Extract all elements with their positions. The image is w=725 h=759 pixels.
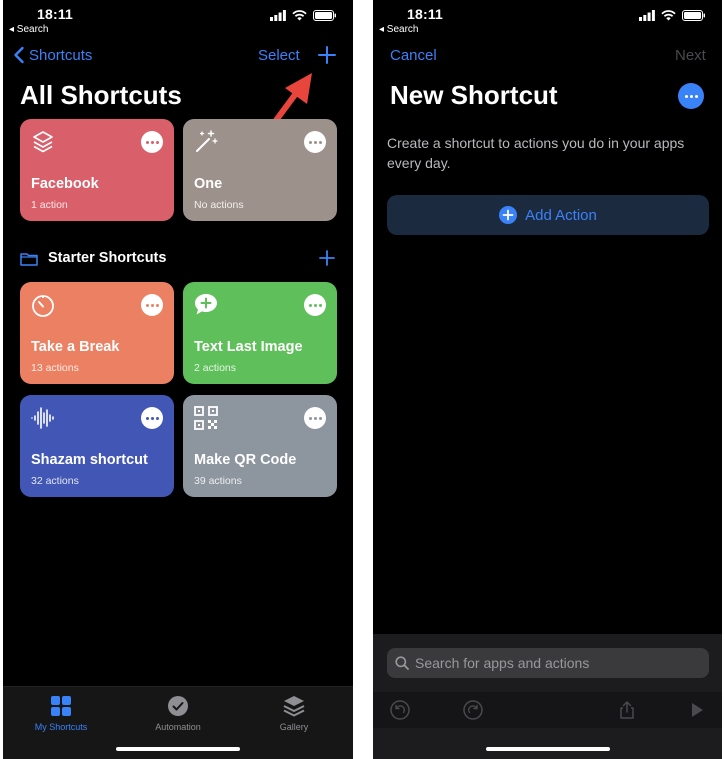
layers-icon (33, 131, 53, 153)
action-search-panel: Search for apps and actions (373, 634, 722, 759)
add-action-button[interactable]: Add Action (387, 195, 709, 235)
search-icon (395, 656, 409, 670)
grid-icon (51, 696, 71, 716)
wifi-icon (292, 10, 307, 21)
back-to-app[interactable]: ◂ Search (9, 24, 48, 35)
all-shortcuts-screen: 18:11 ◂ Search Shortcuts Select All Shor… (3, 0, 353, 759)
tab-gallery[interactable]: Gallery (249, 695, 339, 732)
editor-toolbar (373, 692, 722, 728)
card-subtitle: 13 actions (31, 362, 79, 374)
cellular-signal-icon (639, 10, 655, 21)
more-options-button[interactable] (141, 131, 163, 153)
status-icons (270, 10, 337, 21)
more-options-button[interactable] (141, 407, 163, 429)
page-title: All Shortcuts (20, 80, 182, 110)
qr-code-icon (194, 406, 218, 430)
shortcut-card-take-a-break[interactable]: Take a Break 13 actions (20, 282, 174, 384)
starter-shortcuts-header: Starter Shortcuts (20, 250, 166, 266)
magic-wand-icon (196, 130, 218, 152)
add-shortcut-plus-icon[interactable] (318, 46, 336, 64)
plus-circle-icon (499, 206, 518, 224)
home-indicator[interactable] (116, 747, 240, 751)
shortcut-card-one[interactable]: One No actions (183, 119, 337, 221)
tab-automation[interactable]: Automation (133, 695, 223, 732)
battery-icon (682, 10, 705, 21)
cellular-signal-icon (270, 10, 286, 21)
tab-label: Gallery (279, 722, 309, 732)
next-button[interactable]: Next (675, 47, 706, 64)
back-button[interactable]: Shortcuts (13, 46, 92, 64)
status-bar: 18:11 ◂ Search (373, 0, 722, 36)
status-bar: 18:11 ◂ Search (3, 0, 353, 36)
card-subtitle: 32 actions (31, 475, 79, 487)
tab-label: My Shortcuts (34, 722, 88, 732)
status-icons (639, 10, 706, 21)
add-action-label: Add Action (525, 206, 597, 224)
card-title: Make QR Code (194, 452, 297, 468)
new-shortcut-screen: 18:11 ◂ Search Cancel Next New Shortcut … (373, 0, 722, 759)
home-indicator[interactable] (485, 747, 610, 751)
shortcut-card-make-qr-code[interactable]: Make QR Code 39 actions (183, 395, 337, 497)
layers-stack-icon (283, 696, 305, 717)
play-icon[interactable] (687, 700, 707, 720)
tab-label: Automation (155, 722, 201, 732)
message-plus-icon (195, 294, 217, 315)
card-title: Text Last Image (194, 339, 303, 355)
card-title: Facebook (31, 176, 99, 192)
card-title: One (194, 176, 223, 192)
search-input[interactable]: Search for apps and actions (387, 648, 709, 678)
timer-icon (32, 295, 54, 317)
tab-bar: My Shortcuts Automation Gallery (3, 686, 353, 759)
undo-icon[interactable] (390, 700, 410, 720)
card-title: Shazam shortcut (31, 452, 148, 468)
more-options-button[interactable] (141, 294, 163, 316)
status-time: 18:11 (37, 6, 74, 22)
card-title: Take a Break (31, 339, 120, 355)
more-options-button[interactable] (304, 407, 326, 429)
back-to-app[interactable]: ◂ Search (379, 24, 418, 35)
card-subtitle: 39 actions (194, 475, 242, 487)
card-subtitle: 1 action (31, 199, 68, 211)
cancel-button[interactable]: Cancel (390, 47, 437, 64)
page-title: New Shortcut (390, 80, 558, 110)
more-options-button[interactable] (678, 83, 704, 109)
shortcut-card-shazam-shortcut[interactable]: Shazam shortcut 32 actions (20, 395, 174, 497)
description-text: Create a shortcut to actions you do in y… (387, 135, 685, 171)
status-time: 18:11 (407, 6, 444, 22)
waveform-icon (31, 407, 54, 429)
redo-icon[interactable] (463, 700, 483, 720)
search-placeholder: Search for apps and actions (415, 655, 590, 671)
folder-icon (20, 252, 38, 266)
back-button-label: Shortcuts (29, 46, 93, 64)
more-options-button[interactable] (304, 294, 326, 316)
wifi-icon (661, 10, 676, 21)
select-button[interactable]: Select (258, 47, 300, 64)
tab-my-shortcuts[interactable]: My Shortcuts (16, 695, 106, 732)
battery-icon (313, 10, 336, 21)
chevron-left-icon (14, 46, 24, 64)
shortcut-card-text-last-image[interactable]: Text Last Image 2 actions (183, 282, 337, 384)
more-options-button[interactable] (304, 131, 326, 153)
add-starter-plus-icon[interactable] (319, 250, 335, 266)
card-subtitle: 2 actions (194, 362, 237, 374)
card-subtitle: No actions (194, 199, 244, 211)
clock-check-icon (168, 696, 188, 716)
section-label: Starter Shortcuts (48, 250, 167, 266)
shortcut-card-facebook[interactable]: Facebook 1 action (20, 119, 174, 221)
share-icon[interactable] (617, 700, 637, 720)
